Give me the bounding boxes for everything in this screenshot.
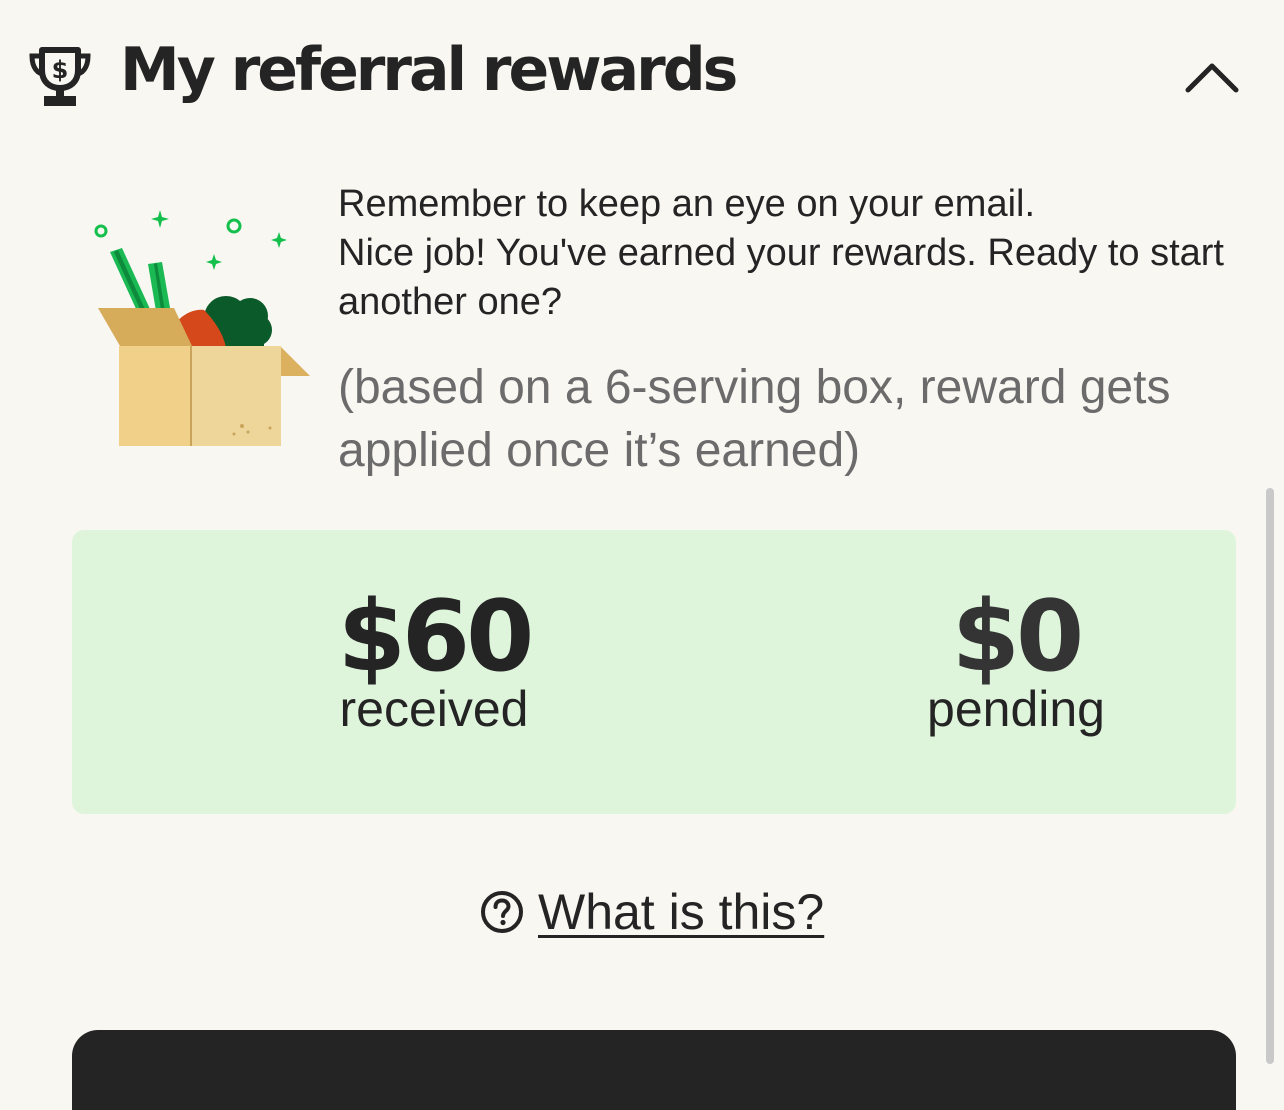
reward-message: Remember to keep an eye on your email. N… — [338, 180, 1238, 327]
received-amount: $60 — [337, 580, 535, 694]
reward-note: (based on a 6-serving box, reward gets a… — [338, 361, 1171, 477]
rewards-summary-card: $60 received $0 pending — [72, 530, 1236, 814]
email-reminder-text: Remember to keep an eye on your email. — [338, 183, 1036, 225]
page-title: My referral rewards — [120, 35, 738, 105]
trophy-dollar-icon: $ — [29, 47, 91, 106]
chevron-up-icon — [1185, 63, 1239, 93]
rewards-earned-text: Nice job! You've earned your rewards. Re… — [338, 232, 1224, 323]
pending-stat: $0 pending — [816, 582, 1216, 734]
question-circle-icon — [481, 891, 523, 933]
vertical-scrollbar[interactable] — [1266, 488, 1274, 1064]
what-is-this-label: What is this? — [538, 884, 825, 940]
received-stat: $60 received — [234, 582, 634, 734]
collapse-section-button[interactable] — [1172, 48, 1252, 108]
pending-label: pending — [927, 681, 1105, 737]
produce-box-illustration — [94, 210, 310, 446]
rewards-header: $ My referral rewards — [0, 0, 1284, 150]
pending-amount: $0 — [951, 580, 1084, 694]
svg-text:$: $ — [52, 56, 69, 84]
primary-action-button[interactable] — [72, 1030, 1236, 1110]
received-label: received — [339, 681, 529, 737]
what-is-this-link[interactable]: What is this? — [480, 880, 824, 944]
